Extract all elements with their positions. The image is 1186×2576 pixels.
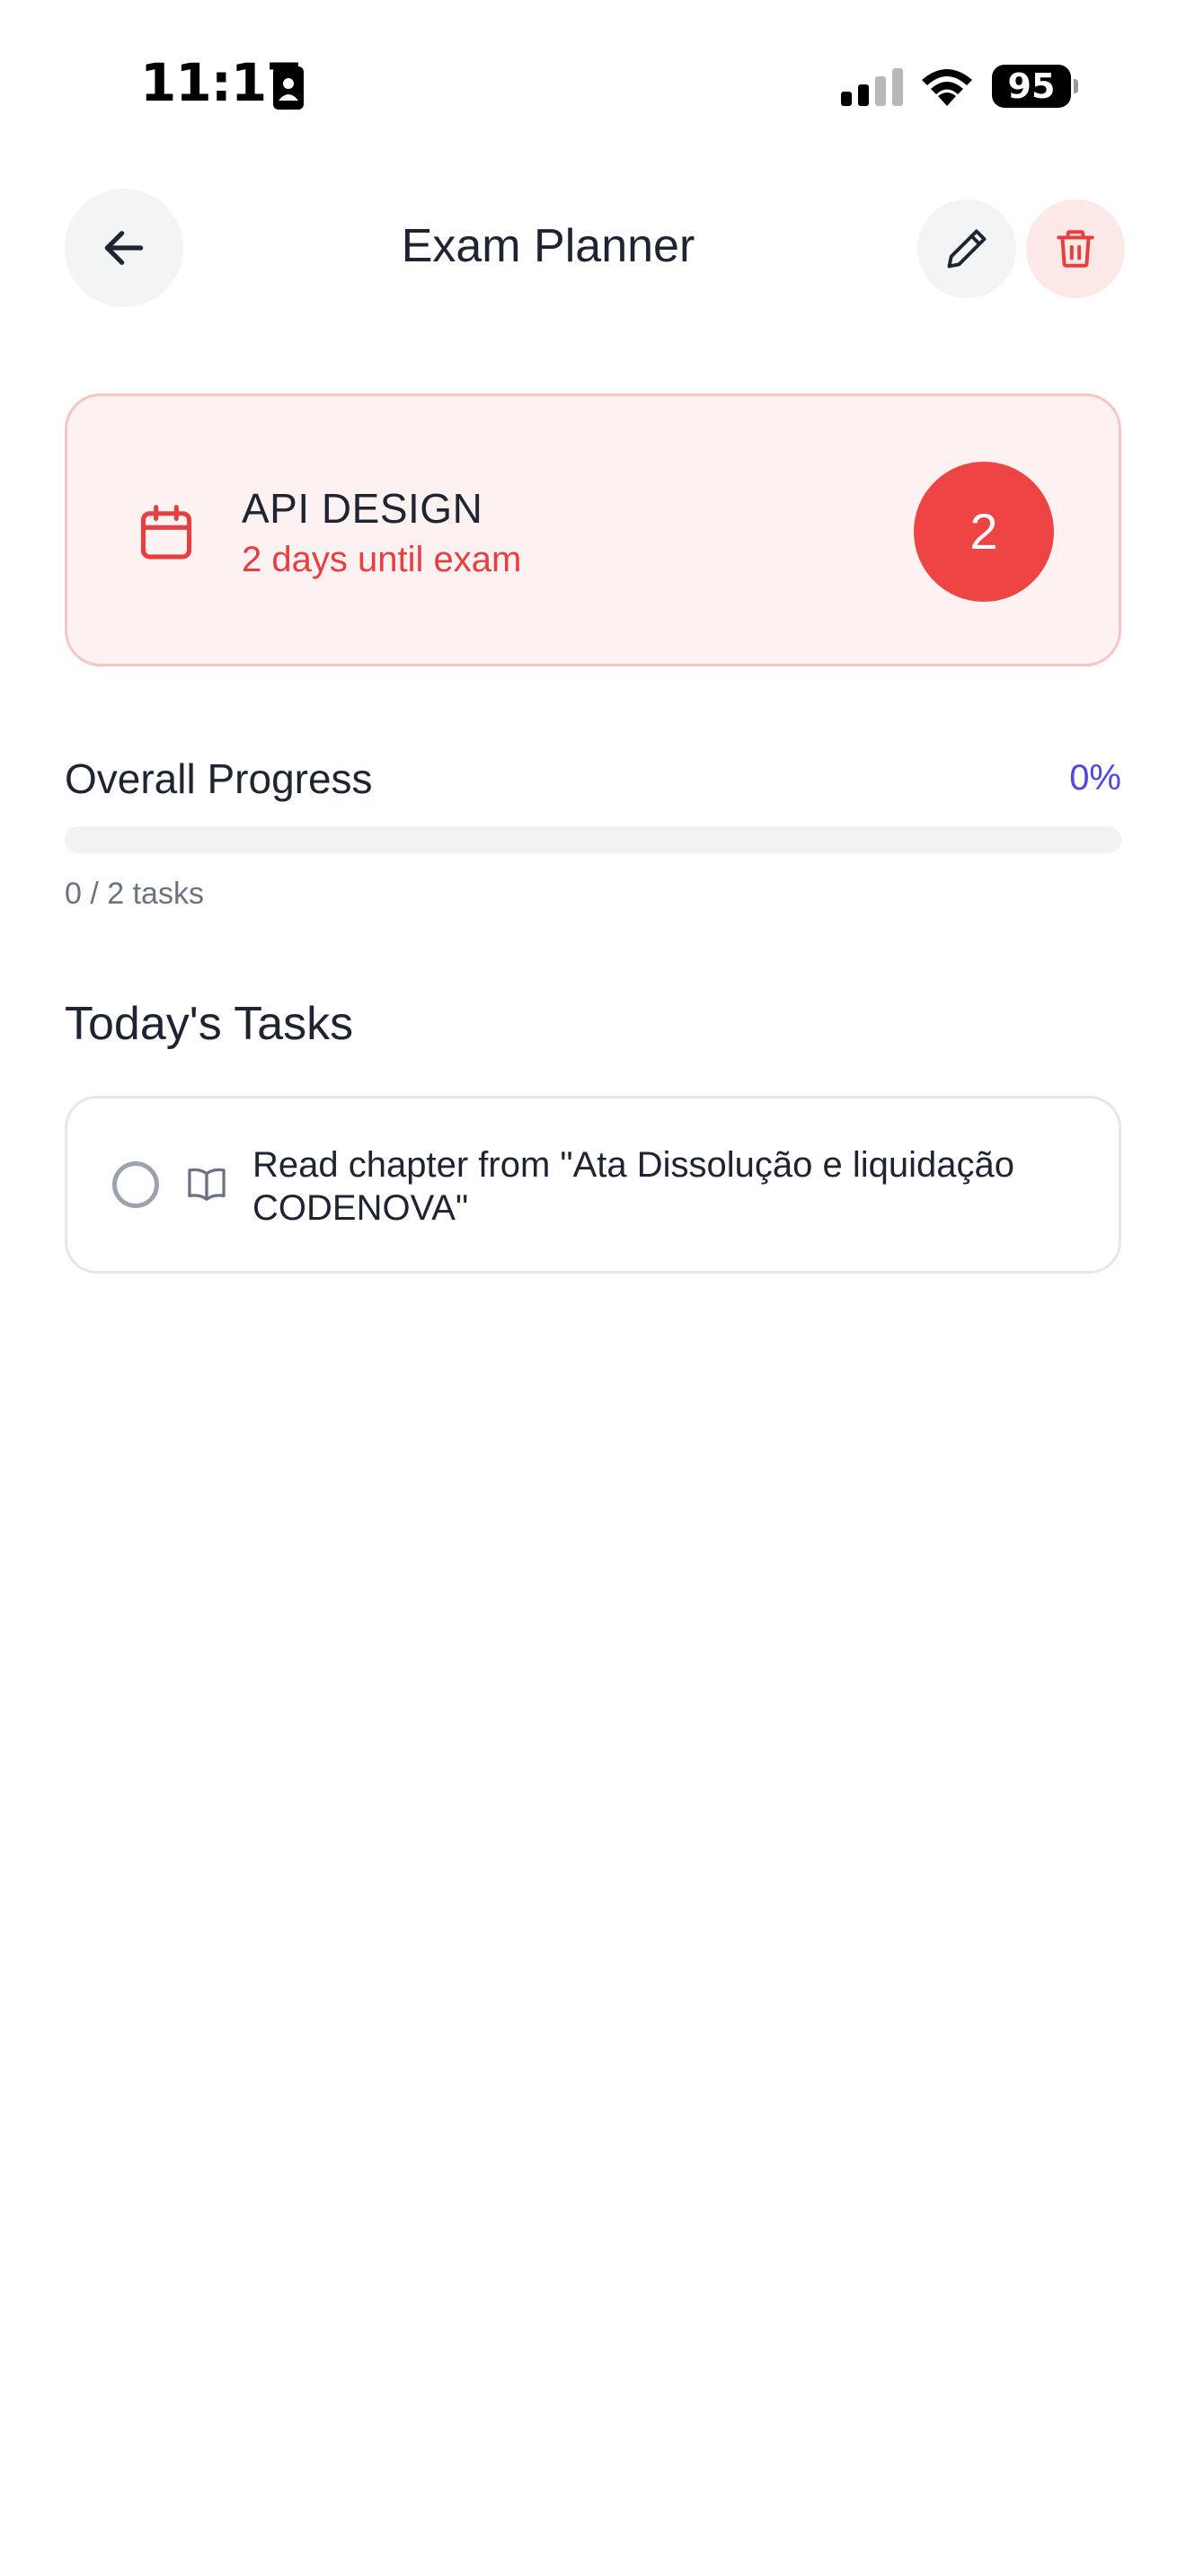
todays-tasks-heading: Today's Tasks: [65, 998, 354, 1050]
task-count: 0 / 2 tasks: [65, 877, 204, 911]
task-item[interactable]: Read chapter from "Ata Dissolução e liqu…: [65, 1096, 1121, 1274]
battery-tip: [1074, 79, 1078, 93]
progress-label: Overall Progress: [65, 755, 373, 802]
book-open-icon: [188, 1168, 226, 1201]
exam-subject: API DESIGN: [242, 485, 483, 532]
contact-card-icon: [273, 66, 304, 110]
progress-bar: [65, 826, 1121, 853]
wifi-icon: [922, 69, 972, 106]
days-left-badge: 2: [914, 462, 1054, 602]
delete-button[interactable]: [1026, 199, 1125, 298]
arrow-left-icon: [104, 231, 144, 265]
pencil-icon: [947, 229, 987, 269]
cellular-signal-icon: [841, 68, 903, 106]
back-button[interactable]: [65, 189, 183, 307]
status-bar: 11:17 95: [0, 0, 1186, 171]
exam-countdown: 2 days until exam: [242, 540, 522, 579]
trash-icon: [1057, 230, 1094, 268]
calendar-icon: [140, 505, 192, 560]
page-title: Exam Planner: [401, 220, 695, 272]
edit-button[interactable]: [917, 199, 1016, 298]
task-label: Read chapter from "Ata Dissolução e liqu…: [252, 1145, 1014, 1228]
task-checkbox[interactable]: [112, 1161, 159, 1208]
battery-level: 95: [992, 65, 1071, 108]
battery-indicator: 95: [992, 65, 1078, 108]
progress-percent: 0%: [1069, 758, 1121, 798]
exam-card: API DESIGN 2 days until exam 2: [65, 393, 1121, 666]
